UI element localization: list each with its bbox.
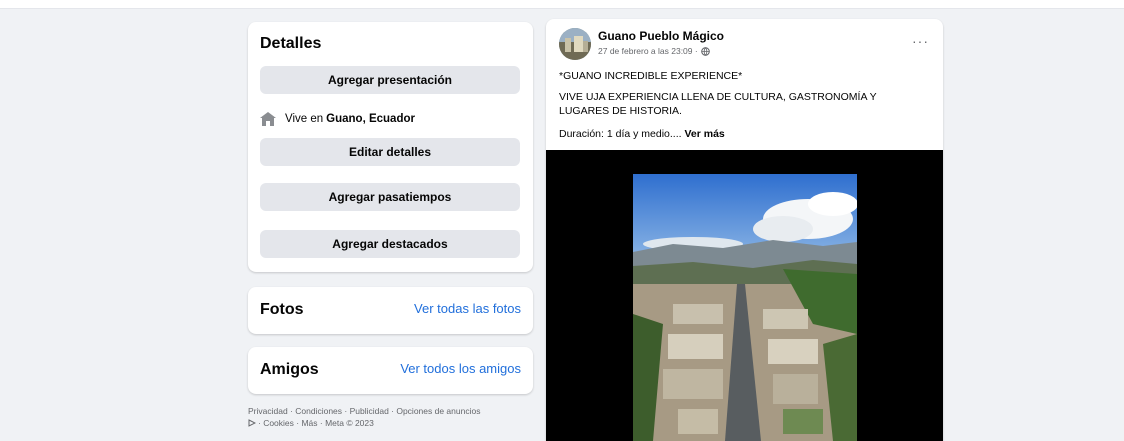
post-text-line-3: Duración: 1 día y medio.... Ver más [559,127,929,141]
post-text-line-1: *GUANO INCREDIBLE EXPERIENCE* [559,70,743,82]
post-more-options-button[interactable]: ··· [912,33,929,49]
adchoices-icon[interactable] [248,419,256,427]
post-text-duration: Duración: 1 día y medio.... [559,128,682,140]
see-all-photos-link[interactable]: Ver todas las fotos [414,301,521,316]
post-text-line-2: VIVE UJA EXPERIENCIA LLENA DE CULTURA, G… [559,91,877,117]
details-title: Detalles [260,35,322,52]
photos-card: Fotos Ver todas las fotos [248,287,533,334]
see-more-link[interactable]: Ver más [684,128,724,140]
add-hobbies-button[interactable]: Agregar pasatiempos [260,183,520,211]
photos-title: Fotos [260,301,304,318]
globe-icon [700,46,710,56]
add-intro-button[interactable]: Agregar presentación [260,66,520,94]
post-date[interactable]: 27 de febrero a las 23:09 · [598,46,698,56]
post-photo[interactable] [633,174,857,441]
lives-in-label: Vive en [285,113,324,125]
post-card: Guano Pueblo Mágico 27 de febrero a las … [546,19,943,441]
footer-line-1[interactable]: Privacidad · Condiciones · Publicidad · … [248,405,533,417]
friends-title: Amigos [260,361,319,378]
post-meta: 27 de febrero a las 23:09 · [598,46,710,56]
lives-in-place[interactable]: Guano, Ecuador [326,113,415,125]
edit-details-button[interactable]: Editar detalles [260,138,520,166]
footer-links: Privacidad · Condiciones · Publicidad · … [248,405,533,429]
home-icon [260,112,276,126]
friends-card: Amigos Ver todos los amigos [248,347,533,394]
lives-in-row: Vive en Guano, Ecuador [260,112,415,126]
author-avatar[interactable] [559,28,591,60]
post-author-name[interactable]: Guano Pueblo Mágico [598,29,724,43]
add-featured-button[interactable]: Agregar destacados [260,230,520,258]
see-all-friends-link[interactable]: Ver todos los amigos [400,361,521,376]
details-card: Detalles Agregar presentación Vive en Gu… [248,22,533,272]
post-media[interactable] [546,150,943,441]
top-bar-edge [0,0,1124,9]
footer-line-2[interactable]: · Cookies · Más · Meta © 2023 [258,417,374,429]
